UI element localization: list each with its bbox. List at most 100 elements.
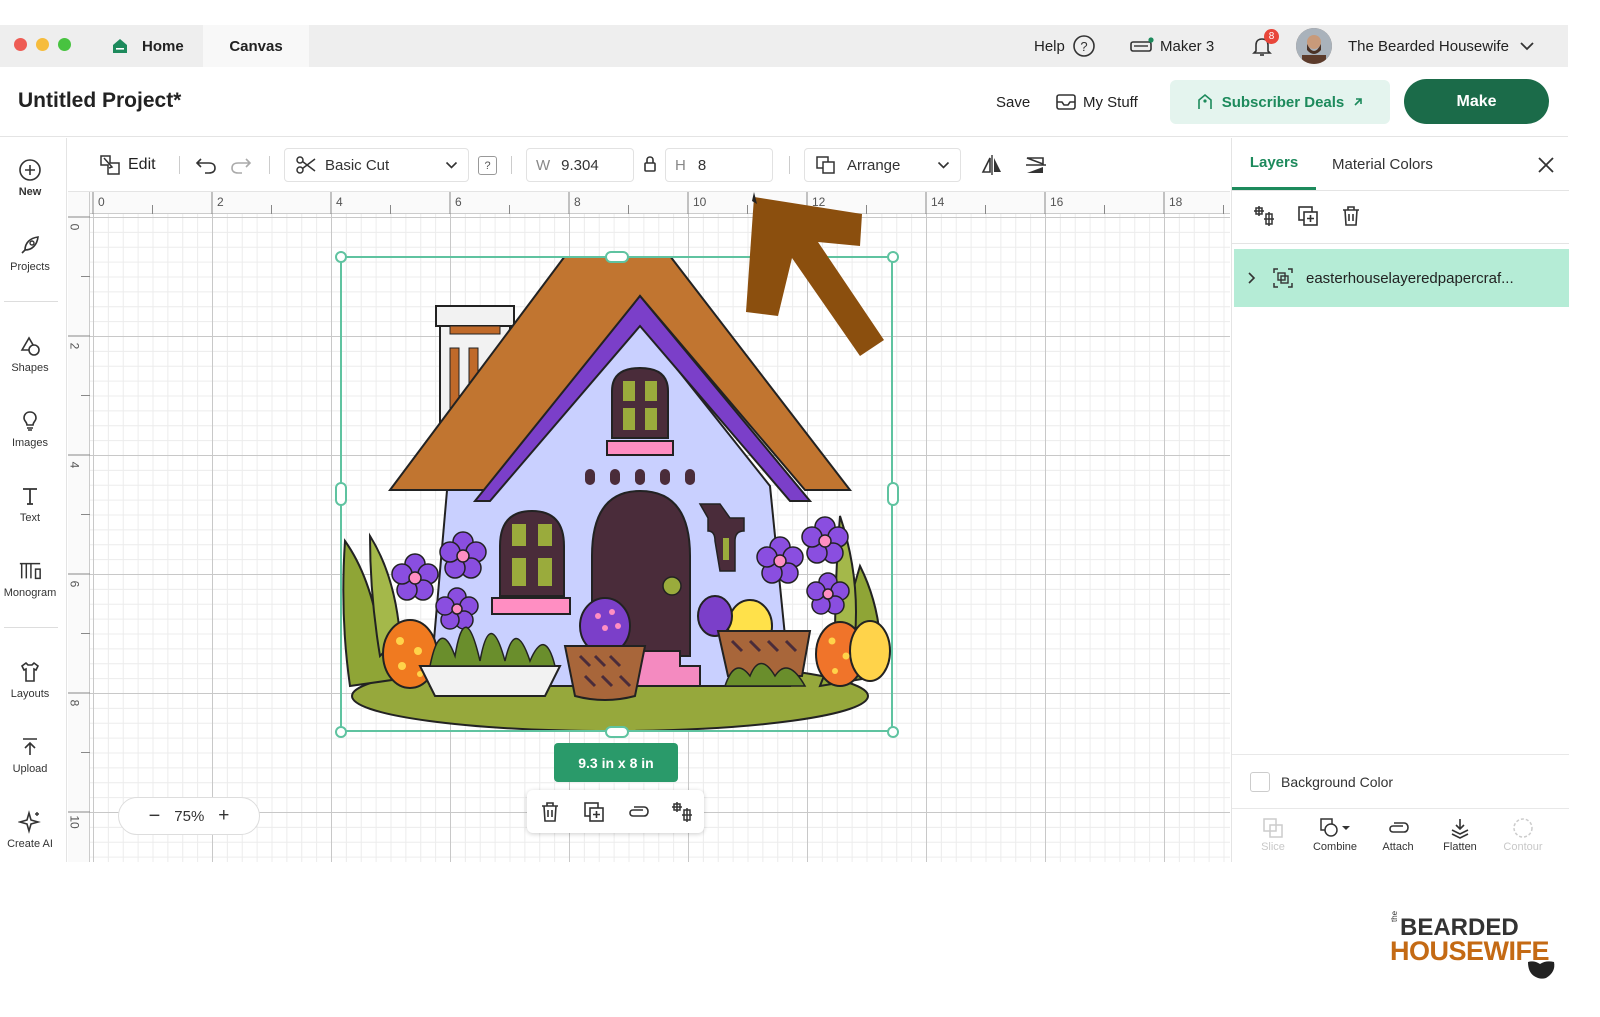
ruler-label: 6 xyxy=(68,580,82,588)
redo-icon[interactable] xyxy=(230,155,252,175)
width-field[interactable]: W 9.304 xyxy=(526,148,634,182)
resize-handle-bottom-left[interactable] xyxy=(335,726,347,738)
annotation-arrow-icon xyxy=(746,192,884,356)
height-value: 8 xyxy=(697,156,707,174)
zoom-in-button[interactable]: + xyxy=(218,805,229,827)
chevron-right-icon[interactable] xyxy=(1247,271,1257,285)
sidebar-item-upload[interactable]: Upload xyxy=(0,735,60,795)
sidebar-item-label: Monogram xyxy=(3,587,57,599)
sidebar-item-monogram[interactable]: Monogram xyxy=(0,559,60,619)
ruler-label: 4 xyxy=(336,195,343,209)
save-button[interactable]: Save xyxy=(996,67,1030,137)
close-window-button[interactable] xyxy=(14,38,27,51)
tab-layers[interactable]: Layers xyxy=(1232,138,1316,190)
machine-selector[interactable]: Maker 3 xyxy=(1130,25,1214,67)
project-title[interactable]: Untitled Project* xyxy=(18,89,181,113)
combine-label: Combine xyxy=(1312,841,1358,853)
save-label: Save xyxy=(996,93,1031,111)
flip-vertical-icon[interactable] xyxy=(1024,153,1048,177)
lightbulb-icon xyxy=(18,409,42,433)
undo-icon[interactable] xyxy=(195,155,217,175)
subscriber-deals-label: Subscriber Deals xyxy=(1221,93,1345,111)
make-button[interactable]: Make xyxy=(1404,79,1549,124)
operation-select[interactable]: Basic Cut xyxy=(284,148,469,182)
sidebar-item-label: Images xyxy=(11,437,49,449)
resize-handle-top-left[interactable] xyxy=(335,251,347,263)
ruler-label: 0 xyxy=(98,195,105,209)
sparkle-icon xyxy=(18,810,42,834)
sidebar-item-projects[interactable]: Projects xyxy=(0,233,60,293)
zoom-out-button[interactable]: − xyxy=(149,805,161,828)
contour-button[interactable]: Contour xyxy=(1492,815,1554,853)
notifications-button[interactable]: 8 xyxy=(1250,25,1279,67)
my-stuff-button[interactable]: My Stuff xyxy=(1056,67,1138,137)
attach-button[interactable]: Attach xyxy=(1367,815,1429,853)
resize-handle-bottom[interactable] xyxy=(605,726,629,738)
edit-label: Edit xyxy=(128,156,156,173)
contour-icon xyxy=(1512,815,1534,841)
subscriber-deals-button[interactable]: Subscriber Deals xyxy=(1170,80,1390,124)
upload-icon xyxy=(18,735,42,759)
trash-icon[interactable] xyxy=(1340,205,1362,227)
ruler-label: 2 xyxy=(68,342,82,350)
help-label: Help xyxy=(1034,37,1065,55)
resize-handle-bottom-right[interactable] xyxy=(887,726,899,738)
tab-home[interactable]: Home xyxy=(96,25,202,67)
resize-handle-left[interactable] xyxy=(335,482,347,506)
left-sidebar: New Projects Shapes Images Text Monogram… xyxy=(0,138,67,862)
ruler-label: 8 xyxy=(68,699,82,707)
ruler-label: 10 xyxy=(693,195,707,209)
tab-material-label: Material Colors xyxy=(1332,155,1433,173)
edit-button[interactable]: Edit xyxy=(98,148,156,182)
design-canvas[interactable]: 0 2 4 6 8 10 12 14 16 18 0 2 4 6 8 10 9.… xyxy=(68,192,1230,862)
trash-icon[interactable] xyxy=(539,801,561,823)
ruler-label: 18 xyxy=(1169,195,1183,209)
background-color-row[interactable]: Background Color xyxy=(1232,754,1569,808)
attach-icon[interactable] xyxy=(626,803,650,821)
maximize-window-button[interactable] xyxy=(58,38,71,51)
combine-button[interactable]: Combine xyxy=(1304,815,1366,853)
group-icon[interactable] xyxy=(1252,204,1276,228)
slice-button[interactable]: Slice xyxy=(1242,815,1304,853)
arrange-select[interactable]: Arrange xyxy=(804,148,961,182)
close-icon[interactable] xyxy=(1537,156,1555,174)
tag-icon xyxy=(1196,93,1214,111)
duplicate-icon[interactable] xyxy=(1297,205,1319,227)
sidebar-divider xyxy=(4,301,58,302)
sidebar-item-layouts[interactable]: Layouts xyxy=(0,660,60,720)
sidebar-item-new[interactable]: New xyxy=(0,158,60,218)
background-color-checkbox[interactable] xyxy=(1250,771,1270,792)
group-icon[interactable] xyxy=(670,800,694,824)
tab-layers-label: Layers xyxy=(1249,154,1299,171)
tab-material-colors[interactable]: Material Colors xyxy=(1332,138,1433,190)
plus-circle-icon xyxy=(18,158,42,182)
resize-handle-top[interactable] xyxy=(605,251,629,263)
tab-canvas[interactable]: Canvas xyxy=(203,25,309,67)
ruler-label: 8 xyxy=(574,195,581,209)
operation-label: Basic Cut xyxy=(325,156,390,174)
sidebar-item-create-ai[interactable]: Create AI xyxy=(0,810,60,870)
operation-help-button[interactable]: ? xyxy=(478,156,497,175)
sidebar-item-shapes[interactable]: Shapes xyxy=(0,334,60,394)
duplicate-icon[interactable] xyxy=(583,801,605,823)
bell-icon: 8 xyxy=(1250,29,1279,58)
resize-handle-right[interactable] xyxy=(887,482,899,506)
minimize-window-button[interactable] xyxy=(36,38,49,51)
background-color-label: Background Color xyxy=(1281,773,1394,790)
height-field[interactable]: H 8 xyxy=(665,148,773,182)
user-menu[interactable]: The Bearded Housewife xyxy=(1296,25,1535,67)
sidebar-item-images[interactable]: Images xyxy=(0,409,60,469)
toolbar-divider xyxy=(269,156,270,174)
sidebar-item-text[interactable]: Text xyxy=(0,484,60,544)
attach-icon xyxy=(1386,815,1410,841)
text-t-icon xyxy=(18,484,42,508)
lock-icon[interactable] xyxy=(643,155,657,173)
zoom-control: − 75% + xyxy=(118,797,260,835)
flatten-button[interactable]: Flatten xyxy=(1429,815,1491,853)
sidebar-item-label: New xyxy=(18,186,42,198)
dimension-badge: 9.3 in x 8 in xyxy=(554,743,678,782)
layer-item[interactable]: easterhouselayeredpapercraf... xyxy=(1234,249,1569,307)
help-button[interactable]: Help ? xyxy=(1034,25,1096,67)
ruler-label: 4 xyxy=(68,461,82,469)
flip-horizontal-icon[interactable] xyxy=(980,153,1004,177)
